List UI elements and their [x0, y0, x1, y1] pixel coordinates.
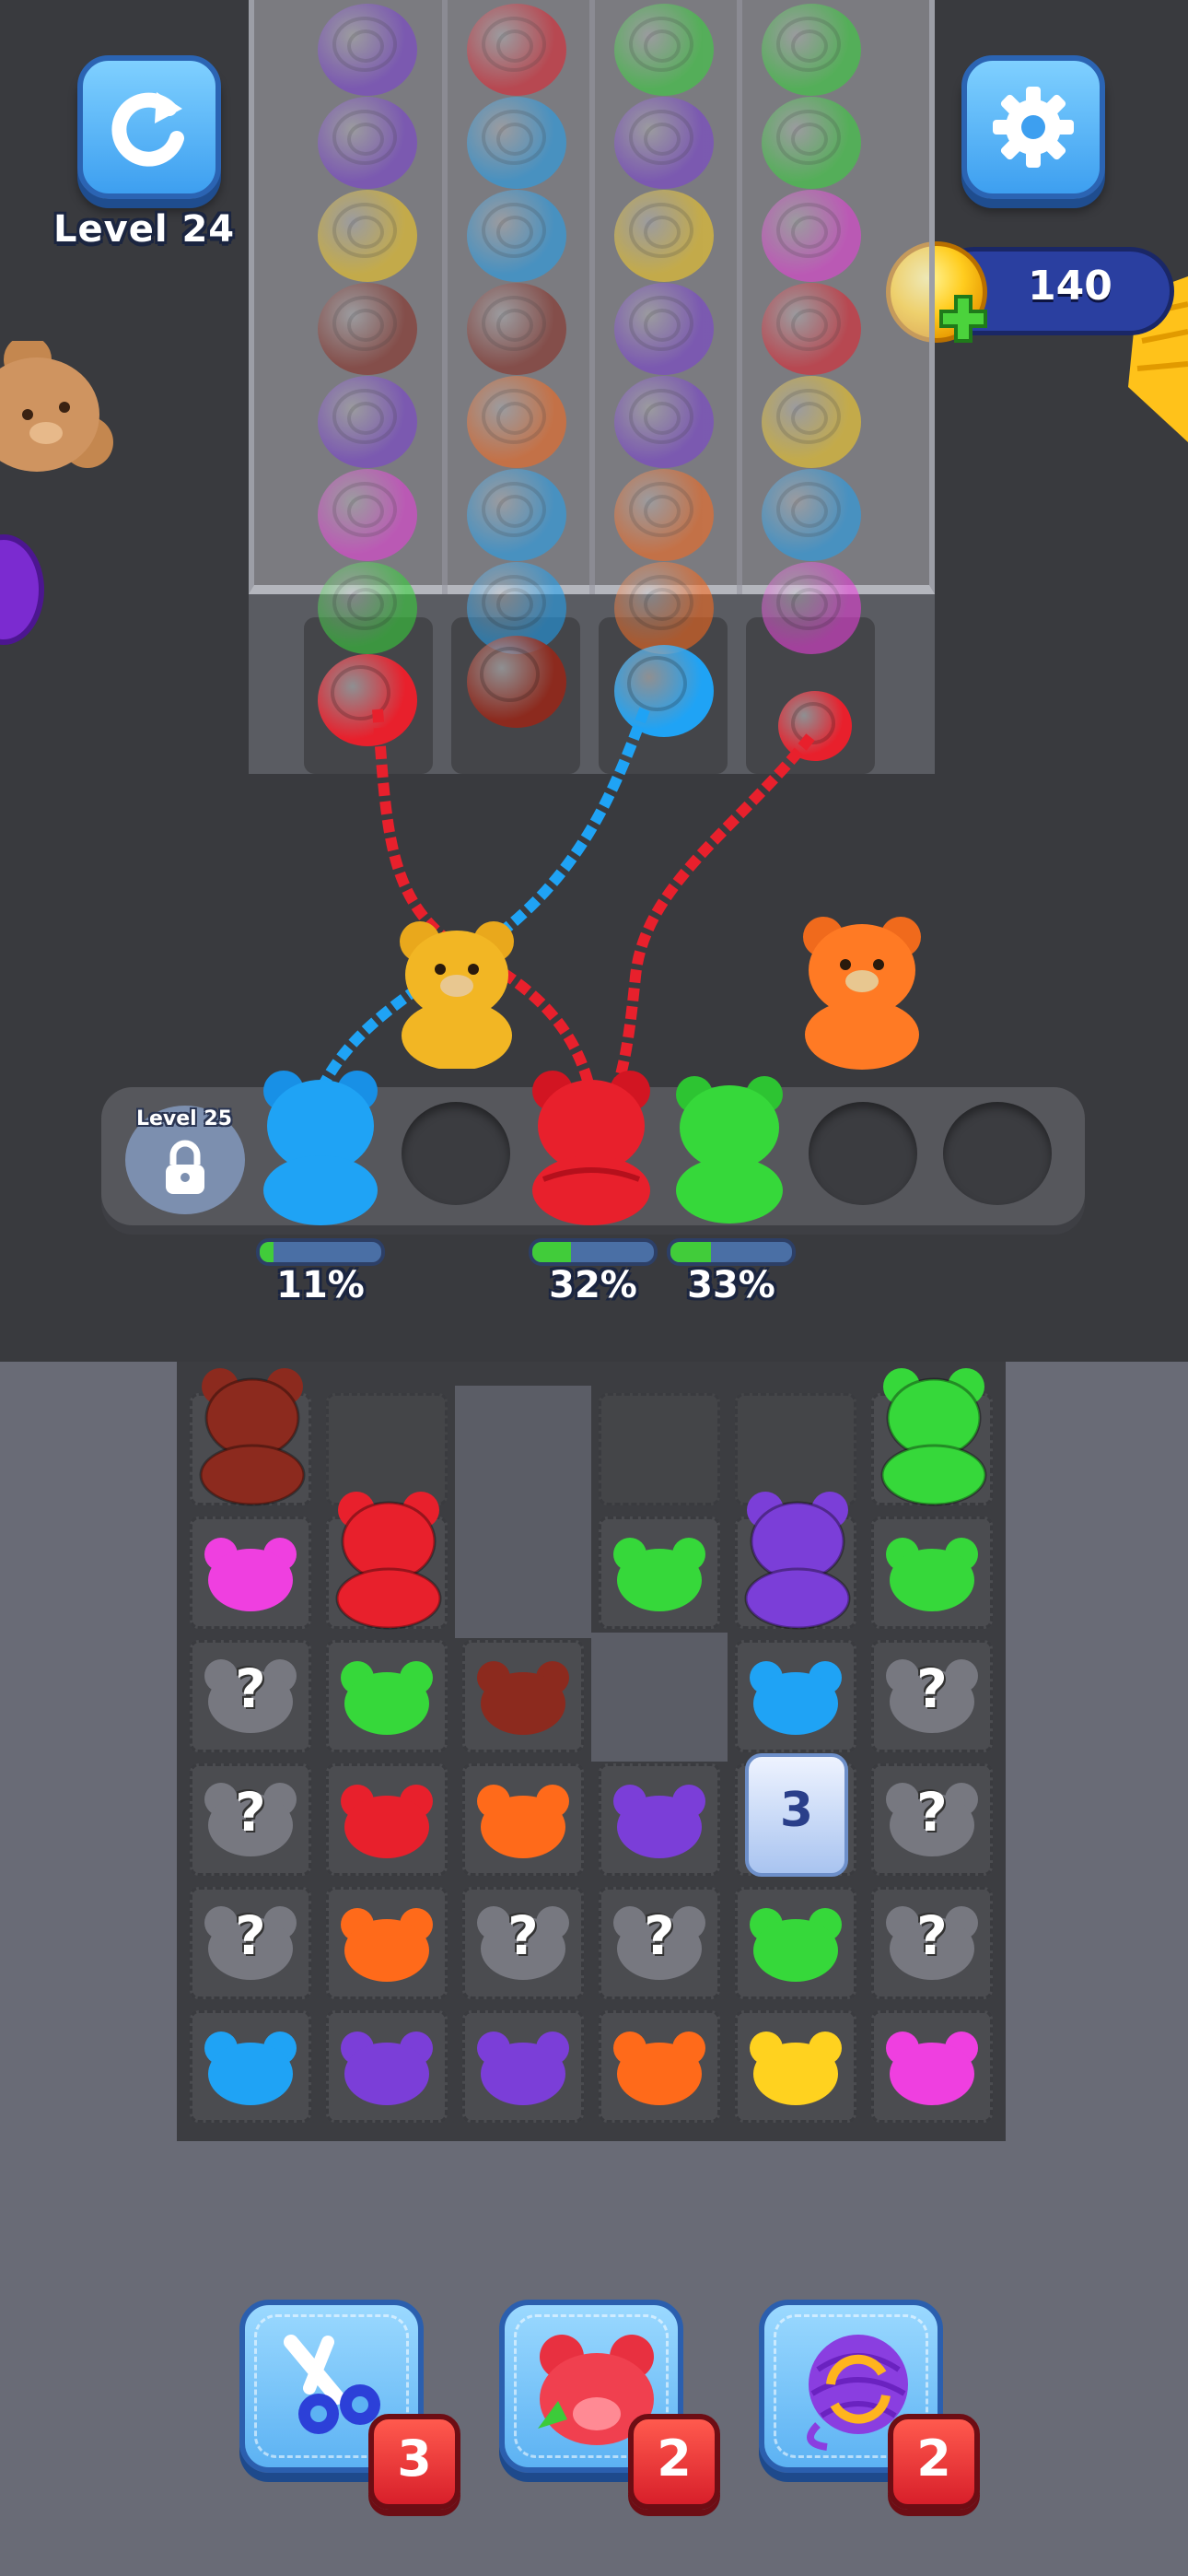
hidden-symbol: ?	[235, 1657, 266, 1720]
blue-bear-percent: 11%	[276, 1264, 365, 1306]
hidden-bear-cell[interactable]: ?	[190, 1763, 311, 1876]
hidden-bear-cell[interactable]: ?	[871, 1887, 993, 1999]
bear-head-icon	[740, 2020, 851, 2116]
yarn-ropes	[317, 707, 815, 1090]
scissors-count: 3	[368, 2414, 460, 2510]
pink-bear-head-cell[interactable]	[190, 1516, 311, 1629]
hidden-symbol: ?	[916, 1781, 948, 1844]
hidden-bear-cell[interactable]: ?	[871, 1763, 993, 1876]
empty-grid-cell	[599, 1393, 720, 1505]
empty-shelf-slot[interactable]	[943, 1102, 1052, 1205]
hidden-bear-cell[interactable]: ?	[871, 1640, 993, 1752]
bear-head-icon	[604, 1774, 715, 1869]
red-bear-percent: 32%	[549, 1264, 637, 1306]
purple-bear-head-cell[interactable]	[462, 2010, 584, 2123]
green-bear[interactable]	[669, 1074, 790, 1225]
orange-bear-head-cell[interactable]	[599, 2010, 720, 2123]
hidden-symbol: ?	[916, 1904, 948, 1967]
empty-shelf-slot[interactable]	[402, 1102, 510, 1205]
bear-head-icon	[877, 1527, 987, 1622]
counter-box-value: 3	[779, 1783, 814, 1838]
hidden-bear-cell[interactable]: ?	[462, 1887, 584, 1999]
blue-bear-head-cell[interactable]	[735, 1640, 856, 1752]
orange-bear-head-cell[interactable]	[462, 1763, 584, 1876]
hidden-symbol: ?	[235, 1781, 266, 1844]
red-bear-progress	[529, 1238, 658, 1266]
hidden-symbol: ?	[235, 1904, 266, 1967]
green-bear-percent: 33%	[687, 1264, 775, 1306]
orange-knit-bear[interactable]	[798, 917, 926, 1071]
full-bear-icon	[335, 1492, 442, 1630]
green-bear-cell[interactable]	[871, 1368, 993, 1506]
bear-head-icon	[332, 1774, 442, 1869]
purple-bear-head-cell[interactable]	[326, 2010, 448, 2123]
green-bear-head-cell[interactable]	[735, 1887, 856, 1999]
full-bear-icon	[744, 1492, 851, 1630]
hidden-symbol: ?	[507, 1904, 539, 1967]
red-bear[interactable]	[525, 1069, 658, 1225]
green-bear-head-cell[interactable]	[599, 1516, 720, 1629]
hidden-bear-cell[interactable]: ?	[599, 1887, 720, 1999]
purple-bear-head-cell[interactable]	[599, 1763, 720, 1876]
hidden-symbol: ?	[916, 1657, 948, 1720]
bear-head-icon	[195, 1527, 306, 1622]
brown-bear-head-cell[interactable]	[462, 1640, 584, 1752]
grid-gap	[455, 1386, 591, 1515]
locked-slot-label: Level 25	[135, 1107, 233, 1130]
bear-head-icon	[877, 2020, 987, 2116]
yellow-knit-bear[interactable]	[394, 921, 519, 1069]
blue-bear[interactable]	[256, 1069, 385, 1225]
bear-head-icon	[468, 2020, 578, 2116]
bear-head-icon	[604, 1527, 715, 1622]
bear-head-icon	[195, 2020, 306, 2116]
red-bear-cell[interactable]	[326, 1492, 448, 1630]
purple-bear-cell[interactable]	[735, 1492, 856, 1630]
blue-bear-head-cell[interactable]	[190, 2010, 311, 2123]
bear-swap-count: 2	[628, 2414, 720, 2510]
bear-head-icon	[468, 1650, 578, 1746]
green-bear-head-cell[interactable]	[326, 1640, 448, 1752]
hidden-bear-cell[interactable]: ?	[190, 1640, 311, 1752]
green-bear-progress	[667, 1238, 796, 1266]
counter-box-cell[interactable]: 3	[735, 1753, 856, 1877]
padlock-icon	[166, 1140, 204, 1194]
empty-shelf-slot[interactable]	[809, 1102, 917, 1205]
bear-head-icon	[740, 1650, 851, 1746]
shuffle-yarn-count: 2	[888, 2414, 980, 2510]
bear-head-icon	[604, 2020, 715, 2116]
orange-bear-head-cell[interactable]	[326, 1887, 448, 1999]
grid-gap	[455, 1509, 591, 1638]
blue-bear-progress	[256, 1238, 385, 1266]
grid-gap	[591, 1633, 728, 1762]
full-bear-icon	[199, 1368, 306, 1506]
green-bear-head-cell[interactable]	[871, 1516, 993, 1629]
bear-head-icon	[332, 1897, 442, 1993]
hidden-symbol: ?	[644, 1904, 675, 1967]
bear-head-icon	[740, 1897, 851, 1993]
pink-bear-head-cell[interactable]	[871, 2010, 993, 2123]
bear-head-icon	[332, 1650, 442, 1746]
full-bear-icon	[880, 1368, 987, 1506]
yellow-bear-head-cell[interactable]	[735, 2010, 856, 2123]
bear-head-icon	[468, 1774, 578, 1869]
bear-head-icon	[332, 2020, 442, 2116]
brown-bear-cell[interactable]	[190, 1368, 311, 1506]
hidden-bear-cell[interactable]: ?	[190, 1887, 311, 1999]
red-bear-head-cell[interactable]	[326, 1763, 448, 1876]
